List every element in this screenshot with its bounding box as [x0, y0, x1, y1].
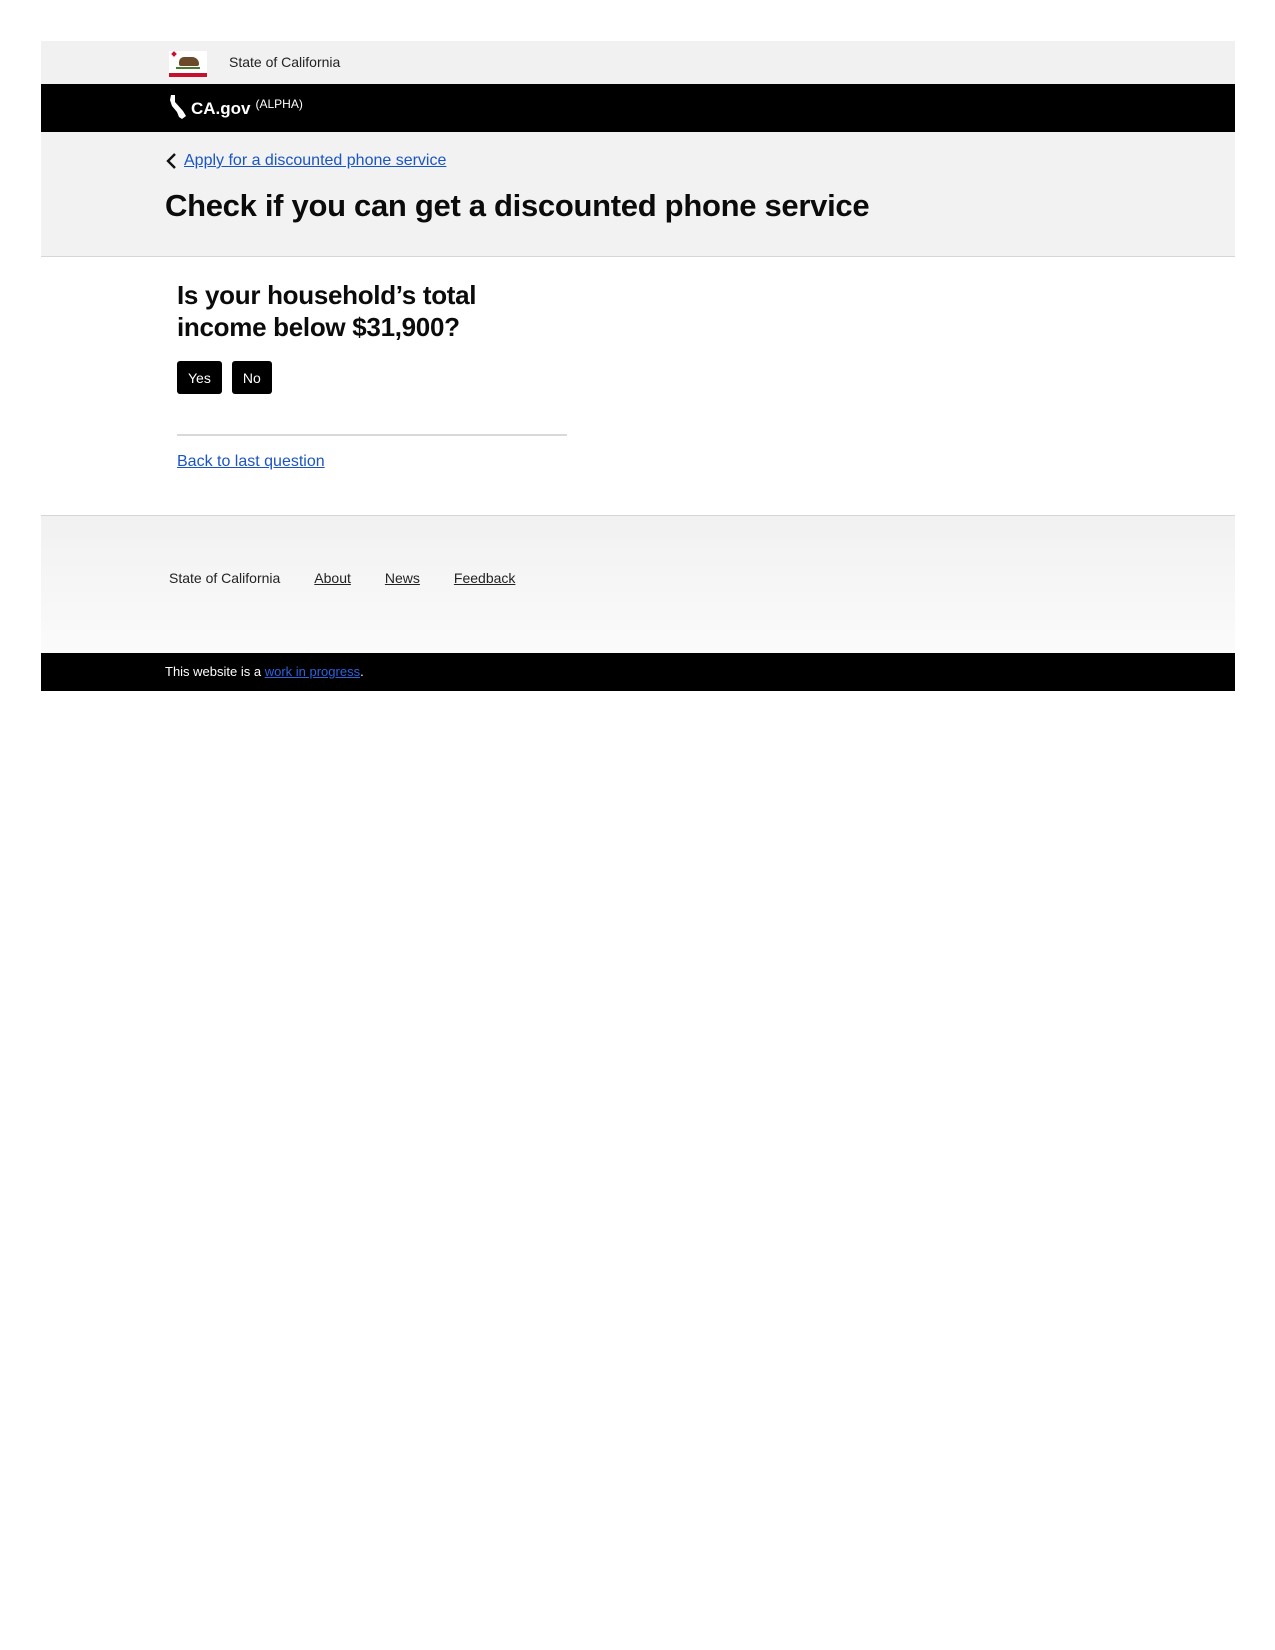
page: State of California CA.gov (ALPHA) Apply…: [41, 41, 1235, 691]
main-content: Is your household’s total income below $…: [41, 257, 1235, 515]
page-header: Apply for a discounted phone service Che…: [41, 132, 1235, 257]
california-flag-icon: [169, 51, 207, 77]
footer-news-link[interactable]: News: [385, 570, 420, 586]
work-in-progress-link[interactable]: work in progress: [265, 664, 360, 679]
footer-state-name: State of California: [169, 570, 281, 586]
flag-bear: [179, 57, 199, 66]
status-bar: This website is a work in progress.: [41, 653, 1235, 691]
breadcrumb: Apply for a discounted phone service: [165, 152, 446, 170]
brand-name: CA.gov: [191, 99, 251, 118]
status-prefix: This website is a: [165, 664, 265, 679]
question-heading: Is your household’s total income below $…: [177, 280, 477, 342]
state-name: State of California: [229, 54, 341, 70]
flag-ground: [176, 67, 200, 69]
brand-tag: (ALPHA): [255, 97, 303, 111]
status-text: This website is a work in progress.: [165, 664, 364, 679]
footer: State of California About News Feedback: [41, 515, 1235, 653]
answer-buttons: Yes No: [177, 361, 272, 394]
footer-feedback-link[interactable]: Feedback: [454, 570, 515, 586]
divider: [177, 434, 567, 436]
utility-bar: State of California: [41, 41, 1235, 84]
page-title: Check if you can get a discounted phone …: [165, 188, 870, 223]
ca-gov-home-link[interactable]: CA.gov (ALPHA): [169, 94, 303, 120]
flag-star: [171, 51, 177, 57]
status-suffix: .: [360, 664, 364, 679]
breadcrumb-link[interactable]: Apply for a discounted phone service: [184, 152, 446, 170]
california-state-outline-icon: [170, 95, 186, 119]
footer-about-link[interactable]: About: [314, 570, 351, 586]
brand-bar: CA.gov (ALPHA): [41, 84, 1235, 132]
footer-nav: State of California About News Feedback: [169, 570, 549, 586]
no-button[interactable]: No: [231, 361, 272, 394]
chevron-left-icon: [166, 153, 176, 169]
yes-button[interactable]: Yes: [177, 361, 222, 394]
back-to-last-question-link[interactable]: Back to last question: [177, 453, 325, 471]
